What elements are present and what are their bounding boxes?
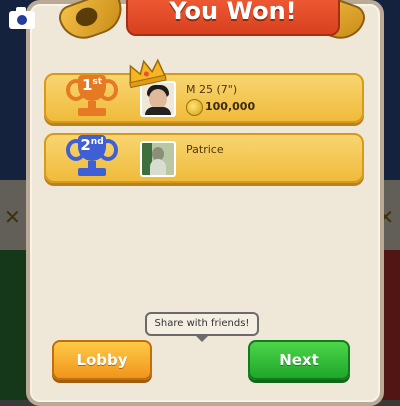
rank-suffix: nd: [90, 137, 104, 147]
coins-amount: 100,000: [205, 100, 256, 113]
share-tooltip: Share with friends!: [145, 312, 259, 342]
rank-number: 1: [81, 76, 93, 94]
player-name: M 25 (7"): [186, 83, 238, 96]
avatar: [140, 81, 176, 117]
trophy-blue-icon: 2nd: [66, 133, 118, 177]
lobby-button[interactable]: Lobby: [52, 340, 152, 380]
victory-banner: You Won!: [126, 0, 340, 36]
trophy-gold-icon: 1st: [66, 73, 118, 117]
result-row-second: 2nd Patrice: [44, 133, 364, 183]
rank-label: 2nd: [68, 136, 116, 154]
coin-icon: [186, 99, 203, 116]
camera-icon: [9, 7, 35, 29]
banner-title: You Won!: [169, 0, 297, 25]
rank-label: 1st: [68, 76, 116, 94]
horn-left-icon: [55, 0, 129, 46]
rank-suffix: st: [92, 77, 103, 87]
avatar: [140, 141, 176, 177]
next-button[interactable]: Next: [248, 340, 350, 380]
result-row-first: 1st M 25 (7") 100,000: [44, 58, 364, 123]
player-name: Patrice: [186, 143, 224, 156]
rank-number: 2: [80, 136, 91, 154]
